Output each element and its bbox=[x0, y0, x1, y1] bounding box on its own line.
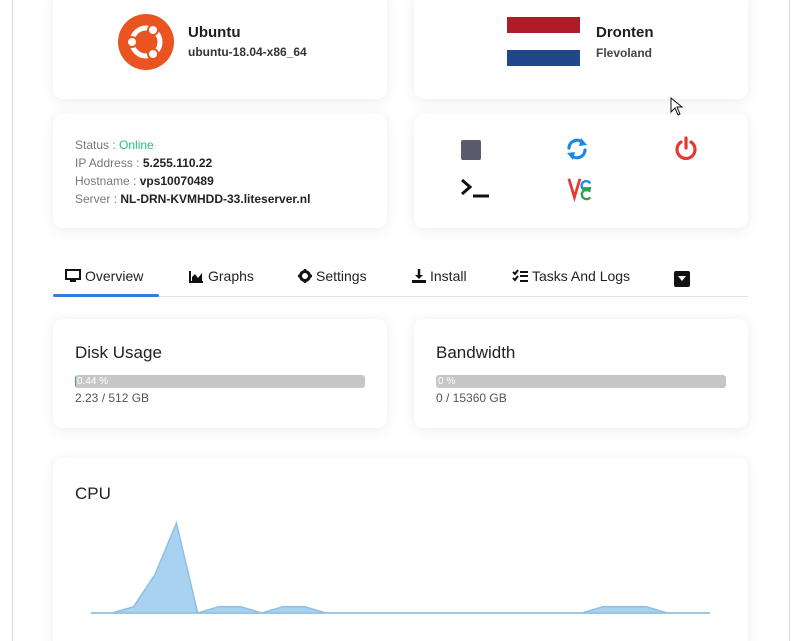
location-region: Flevoland bbox=[596, 46, 653, 60]
tab-overview-label: Overview bbox=[85, 268, 144, 284]
disk-usage-amount: 2.23 / 512 GB bbox=[75, 391, 150, 405]
netherlands-flag-icon bbox=[507, 17, 580, 66]
server-label: Server : bbox=[75, 192, 118, 206]
more-tabs-dropdown-icon[interactable] bbox=[674, 271, 690, 287]
server-value: NL-DRN-KVMHDD-33.liteserver.nl bbox=[120, 192, 311, 206]
location-city: Dronten bbox=[596, 24, 654, 41]
location-card bbox=[414, 0, 748, 99]
gear-icon bbox=[298, 269, 312, 283]
status-label: Status : bbox=[75, 138, 116, 152]
ubuntu-logo-icon bbox=[118, 14, 174, 70]
hostname-label: Hostname : bbox=[75, 174, 137, 188]
tab-install-label: Install bbox=[430, 268, 467, 284]
os-name: Ubuntu bbox=[188, 24, 241, 41]
hostname-value: vps10070489 bbox=[139, 174, 214, 188]
tab-graphs-label: Graphs bbox=[208, 268, 254, 284]
status-row: Status : Online bbox=[75, 138, 154, 152]
power-button[interactable] bbox=[673, 136, 699, 162]
tab-tasks-and-logs[interactable]: Tasks And Logs bbox=[512, 268, 630, 284]
download-icon bbox=[412, 269, 426, 283]
ip-value: 5.255.110.22 bbox=[142, 156, 213, 170]
cpu-chart bbox=[91, 520, 710, 614]
bandwidth-progress: 0 % bbox=[436, 375, 726, 388]
ip-row: IP Address : 5.255.110.22 bbox=[75, 156, 212, 170]
bandwidth-title: Bandwidth bbox=[436, 343, 516, 362]
cpu-card: CPU bbox=[53, 458, 748, 641]
tab-overview[interactable]: Overview bbox=[65, 268, 143, 284]
active-tab-indicator bbox=[53, 294, 159, 297]
server-row: Server : NL-DRN-KVMHDD-33.liteserver.nl bbox=[75, 192, 310, 206]
stop-icon bbox=[461, 140, 481, 160]
vnc-button[interactable] bbox=[567, 175, 593, 202]
server-info-card: Status : Online IP Address : 5.255.110.2… bbox=[53, 114, 387, 228]
vnc-icon bbox=[567, 178, 592, 202]
tab-graphs[interactable]: Graphs bbox=[189, 268, 254, 284]
power-icon bbox=[675, 136, 697, 161]
disk-usage-percent: 0.44 % bbox=[77, 376, 109, 387]
bandwidth-card: Bandwidth 0 % 0 / 15360 GB bbox=[414, 319, 748, 428]
tasks-icon bbox=[512, 269, 528, 282]
ip-label: IP Address : bbox=[75, 156, 140, 170]
status-badge: Online bbox=[119, 138, 154, 152]
bandwidth-amount: 0 / 15360 GB bbox=[436, 391, 507, 405]
console-button[interactable] bbox=[458, 175, 492, 201]
terminal-icon bbox=[461, 178, 489, 198]
hostname-row: Hostname : vps10070489 bbox=[75, 174, 214, 188]
monitor-icon bbox=[65, 269, 81, 282]
disk-usage-progress: 0.44 % bbox=[75, 375, 365, 388]
mouse-cursor-icon bbox=[670, 97, 684, 116]
area-chart-icon bbox=[189, 270, 203, 283]
restart-button[interactable] bbox=[564, 136, 590, 162]
disk-usage-card: Disk Usage 0.44 % 2.23 / 512 GB bbox=[53, 319, 387, 428]
os-version: ubuntu-18.04-x86_64 bbox=[188, 45, 307, 59]
cpu-usage-area bbox=[91, 520, 710, 614]
bandwidth-percent: 0 % bbox=[438, 376, 456, 387]
tab-settings-label: Settings bbox=[316, 268, 367, 284]
tab-bar: Overview Graphs Settings Install Tasks A… bbox=[53, 262, 748, 297]
refresh-icon bbox=[567, 138, 587, 160]
disk-usage-title: Disk Usage bbox=[75, 343, 162, 362]
tab-tasks-label: Tasks And Logs bbox=[532, 268, 631, 284]
actions-card bbox=[414, 114, 748, 228]
stop-button[interactable] bbox=[458, 137, 484, 163]
tab-settings[interactable]: Settings bbox=[298, 268, 367, 284]
tab-install[interactable]: Install bbox=[412, 268, 467, 284]
